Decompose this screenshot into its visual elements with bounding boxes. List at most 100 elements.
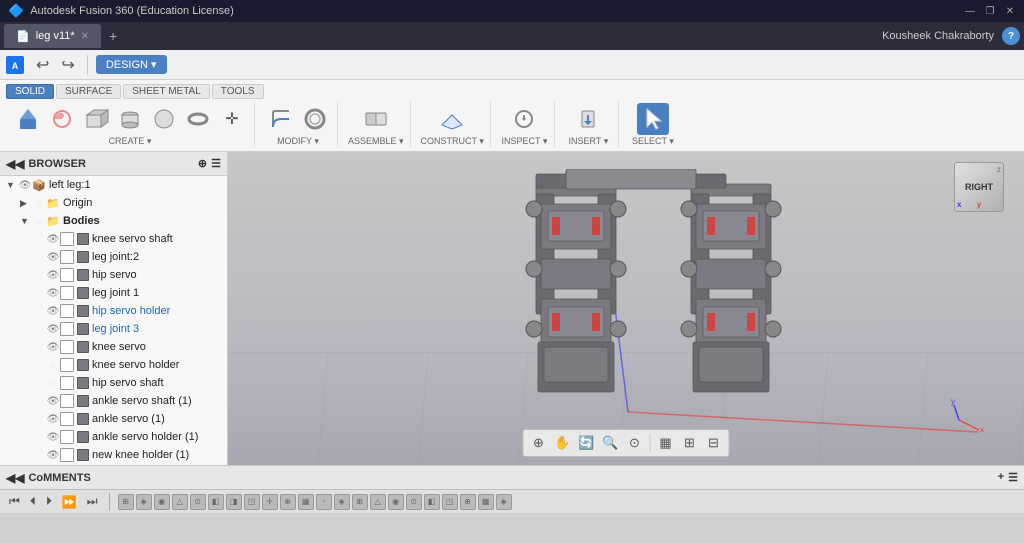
body-checkbox[interactable]: [60, 448, 74, 462]
close-button[interactable]: ✕: [1004, 5, 1016, 17]
timeline-track[interactable]: ⊞◈◉△⊙◧◨◳✛⊕▦◦◈⊞△◉⊙◧◳⊕▦◈: [118, 494, 1018, 510]
visibility-icon[interactable]: 👁: [46, 340, 60, 354]
toolbar-tab-sheet-metal[interactable]: SHEET METAL: [123, 84, 210, 99]
timeline-step[interactable]: ◉: [388, 494, 404, 510]
tree-item[interactable]: 👁hip servo holder: [0, 302, 227, 320]
timeline-step[interactable]: ▦: [298, 494, 314, 510]
tree-item[interactable]: 👁knee servo shaft: [0, 230, 227, 248]
help-button[interactable]: ?: [1002, 27, 1020, 45]
viewport[interactable]: RIGHT z y x x y ⊕ ✋ 🔄 🔍 ⊙ ▦ ⊞ ⊟: [228, 152, 1024, 465]
vp-zoom-window-icon[interactable]: ⊙: [624, 432, 646, 454]
body-checkbox[interactable]: [60, 376, 74, 390]
inspect-measure-icon[interactable]: [508, 103, 540, 135]
timeline-step[interactable]: ✛: [262, 494, 278, 510]
tree-item[interactable]: 👁leg joint:2: [0, 248, 227, 266]
tree-item[interactable]: 👁leg joint 3: [0, 320, 227, 338]
vp-visual-style-icon[interactable]: ⊞: [679, 432, 701, 454]
visibility-icon[interactable]: 👁: [46, 430, 60, 444]
create-revolve-icon[interactable]: [46, 103, 78, 135]
timeline-step[interactable]: ◳: [442, 494, 458, 510]
comments-add-icon[interactable]: +: [998, 471, 1004, 484]
visibility-icon[interactable]: ◌: [46, 358, 60, 372]
visibility-icon[interactable]: 👁: [46, 322, 60, 336]
visibility-icon[interactable]: 👁: [46, 394, 60, 408]
visibility-icon[interactable]: 👁: [46, 448, 60, 462]
construct-plane-icon[interactable]: [436, 103, 468, 135]
visibility-icon[interactable]: ◌: [32, 214, 46, 228]
minimize-button[interactable]: —: [964, 5, 976, 17]
design-workspace-button[interactable]: DESIGN ▾: [96, 55, 167, 74]
timeline-next-button[interactable]: ⏩: [59, 494, 80, 510]
body-checkbox[interactable]: [60, 430, 74, 444]
timeline-step[interactable]: ◧: [424, 494, 440, 510]
new-tab-button[interactable]: +: [101, 24, 125, 48]
undo-button[interactable]: ↩: [32, 53, 53, 77]
body-checkbox[interactable]: [60, 268, 74, 282]
tree-item[interactable]: ◌knee servo holder: [0, 356, 227, 374]
toolbar-tab-solid[interactable]: SOLID: [6, 84, 54, 99]
visibility-icon[interactable]: 👁: [18, 178, 32, 192]
timeline-step[interactable]: ◦: [316, 494, 332, 510]
visibility-icon[interactable]: 👁: [46, 232, 60, 246]
timeline-step[interactable]: ⊕: [280, 494, 296, 510]
create-extrude-icon[interactable]: [12, 103, 44, 135]
timeline-step[interactable]: ◨: [226, 494, 242, 510]
comments-expand-icon[interactable]: ◀◀: [6, 471, 24, 485]
create-torus-icon[interactable]: [182, 103, 214, 135]
visibility-icon[interactable]: ◌: [46, 376, 60, 390]
vp-grid-icon[interactable]: ⊟: [703, 432, 725, 454]
timeline-end-button[interactable]: ⏭: [84, 493, 101, 510]
browser-add-icon[interactable]: ⊕: [198, 157, 207, 170]
body-checkbox[interactable]: [60, 358, 74, 372]
timeline-step[interactable]: ◈: [496, 494, 512, 510]
create-box-icon[interactable]: [80, 103, 112, 135]
body-checkbox[interactable]: [60, 286, 74, 300]
visibility-icon[interactable]: 👁: [46, 250, 60, 264]
timeline-step[interactable]: △: [370, 494, 386, 510]
tree-item[interactable]: 👁ankle servo holder (1): [0, 428, 227, 446]
timeline-step[interactable]: ◈: [136, 494, 152, 510]
tree-item[interactable]: ◌hip servo shaft: [0, 374, 227, 392]
visibility-icon[interactable]: 👁: [46, 268, 60, 282]
timeline-step[interactable]: ⊕: [460, 494, 476, 510]
timeline-prev-button[interactable]: ⏴: [27, 493, 39, 510]
visibility-icon[interactable]: ◌: [32, 196, 46, 210]
timeline-step[interactable]: ⊞: [118, 494, 134, 510]
body-checkbox[interactable]: [60, 412, 74, 426]
toolbar-tab-surface[interactable]: SURFACE: [56, 84, 121, 99]
comments-settings-icon[interactable]: ☰: [1008, 471, 1018, 484]
timeline-start-button[interactable]: ⏮: [6, 493, 23, 510]
tree-item[interactable]: ▼◌📁Bodies: [0, 212, 227, 230]
tree-item[interactable]: 👁joint4 (1): [0, 464, 227, 465]
tree-item[interactable]: 👁knee servo: [0, 338, 227, 356]
maximize-button[interactable]: ❐: [984, 5, 996, 17]
tree-item[interactable]: 👁ankle servo (1): [0, 410, 227, 428]
vp-zoom-icon[interactable]: 🔍: [600, 432, 622, 454]
toolbar-tab-tools[interactable]: TOOLS: [212, 84, 264, 99]
tree-item[interactable]: ▶◌📁Origin: [0, 194, 227, 212]
tree-item[interactable]: ▼👁📦left leg:1: [0, 176, 227, 194]
assemble-new-component-icon[interactable]: [360, 103, 392, 135]
vp-orbit-icon[interactable]: 🔄: [576, 432, 598, 454]
timeline-step[interactable]: ⊙: [406, 494, 422, 510]
visibility-icon[interactable]: 👁: [46, 304, 60, 318]
create-cylinder-icon[interactable]: [114, 103, 146, 135]
tab-close-icon[interactable]: ✕: [81, 31, 89, 42]
vp-home-icon[interactable]: ⊕: [528, 432, 550, 454]
tab-leg-v11[interactable]: 📄 leg v11* ✕: [4, 24, 101, 48]
redo-button[interactable]: ↪: [57, 53, 78, 77]
insert-icon[interactable]: [572, 103, 604, 135]
tree-item[interactable]: 👁ankle servo shaft (1): [0, 392, 227, 410]
tree-item[interactable]: 👁hip servo: [0, 266, 227, 284]
timeline-step[interactable]: ◈: [334, 494, 350, 510]
body-checkbox[interactable]: [60, 322, 74, 336]
tree-item[interactable]: 👁new knee holder (1): [0, 446, 227, 464]
vp-pan-icon[interactable]: ✋: [552, 432, 574, 454]
timeline-play-button[interactable]: ⏵: [43, 493, 55, 510]
body-checkbox[interactable]: [60, 340, 74, 354]
body-checkbox[interactable]: [60, 394, 74, 408]
browser-settings-icon[interactable]: ☰: [211, 157, 221, 170]
body-checkbox[interactable]: [60, 304, 74, 318]
view-cube-face[interactable]: RIGHT z y x: [954, 162, 1004, 212]
body-checkbox[interactable]: [60, 232, 74, 246]
